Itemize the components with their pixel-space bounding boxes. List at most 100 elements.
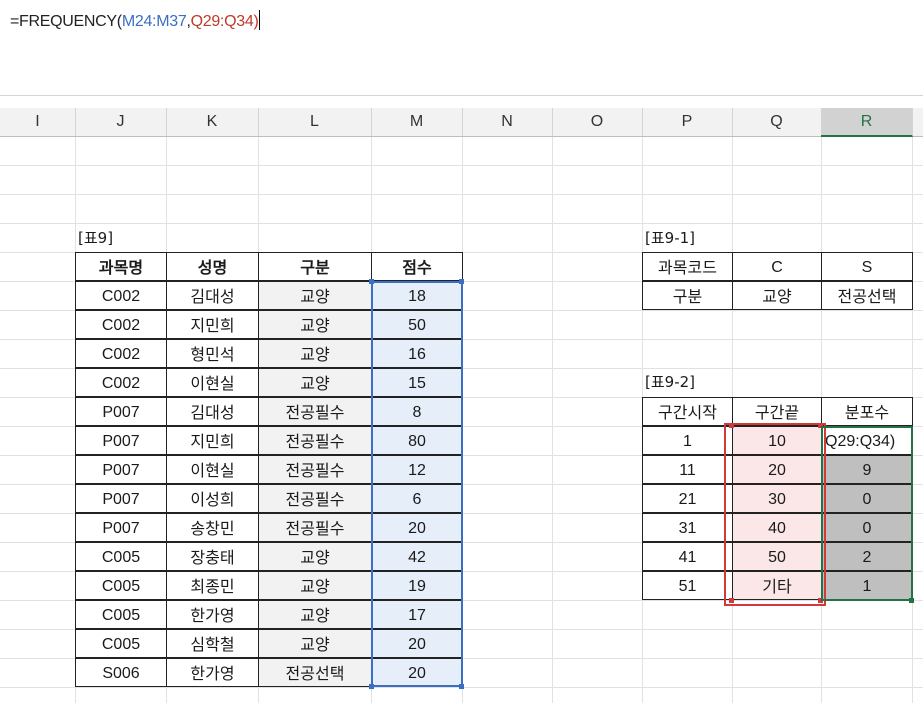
table9-cell-name[interactable]: 형민석 (166, 339, 259, 368)
formula-bar[interactable]: =FREQUENCY(M24:M37,Q29:Q34) (0, 0, 923, 96)
table9-cell-category[interactable]: 교양 (258, 310, 372, 339)
table9-cell-category[interactable]: 교양 (258, 571, 372, 600)
table9-1-label[interactable]: [표9-1] (645, 224, 731, 253)
table9-1-cell[interactable]: 구분 (642, 281, 733, 310)
table9-2-start-cell[interactable]: 11 (642, 455, 733, 484)
column-header-K[interactable]: K (166, 108, 259, 136)
table9-header-name[interactable]: 성명 (166, 252, 259, 281)
table9-2-header-end[interactable]: 구간끝 (732, 397, 822, 426)
table9-2-start-cell[interactable]: 51 (642, 571, 733, 600)
table9-cell-score[interactable]: 19 (371, 571, 463, 600)
range-handle[interactable] (818, 598, 823, 603)
table9-cell-name[interactable]: 한가영 (166, 658, 259, 687)
table9-header-subject[interactable]: 과목명 (75, 252, 167, 281)
table9-cell-category[interactable]: 전공필수 (258, 397, 372, 426)
table9-1-cell[interactable]: 전공선택 (821, 281, 913, 310)
table9-cell-category[interactable]: 교양 (258, 629, 372, 658)
range-handle[interactable] (459, 279, 464, 284)
table9-cell-name[interactable]: 지민희 (166, 426, 259, 455)
column-header-P[interactable]: P (642, 108, 733, 136)
table9-cell-code[interactable]: C002 (75, 310, 167, 339)
table9-1-cell[interactable]: 과목코드 (642, 252, 733, 281)
table9-2-start-cell[interactable]: 31 (642, 513, 733, 542)
table9-cell-code[interactable]: C002 (75, 339, 167, 368)
table9-2-end-cell[interactable]: 30 (732, 484, 822, 513)
table9-cell-score[interactable]: 15 (371, 368, 463, 397)
table9-cell-category[interactable]: 전공필수 (258, 426, 372, 455)
table9-2-count-cell[interactable]: 1 (821, 571, 913, 600)
range-handle[interactable] (369, 684, 374, 689)
table9-cell-category[interactable]: 전공필수 (258, 484, 372, 513)
table9-cell-name[interactable]: 이현실 (166, 368, 259, 397)
column-header-Q[interactable]: Q (732, 108, 822, 136)
table9-2-count-cell-editing[interactable]: Q29:Q34) (821, 426, 913, 455)
table9-2-end-cell[interactable]: 20 (732, 455, 822, 484)
table9-2-count-cell[interactable]: 9 (821, 455, 913, 484)
table9-cell-score[interactable]: 20 (371, 629, 463, 658)
table9-2-start-cell[interactable]: 41 (642, 542, 733, 571)
fill-handle[interactable] (909, 598, 914, 603)
table9-cell-score[interactable]: 80 (371, 426, 463, 455)
formula-text[interactable]: =FREQUENCY(M24:M37,Q29:Q34) (10, 10, 261, 31)
table9-cell-code[interactable]: P007 (75, 513, 167, 542)
table9-cell-code[interactable]: S006 (75, 658, 167, 687)
column-header-S[interactable] (912, 108, 923, 136)
table9-cell-code[interactable]: P007 (75, 397, 167, 426)
table9-1-cell[interactable]: 교양 (732, 281, 822, 310)
table9-2-start-cell[interactable]: 21 (642, 484, 733, 513)
table9-cell-code[interactable]: P007 (75, 426, 167, 455)
table9-cell-code[interactable]: C005 (75, 542, 167, 571)
column-header-J[interactable]: J (75, 108, 167, 136)
table9-cell-code[interactable]: C005 (75, 600, 167, 629)
table9-cell-score[interactable]: 20 (371, 513, 463, 542)
column-header-N[interactable]: N (462, 108, 553, 136)
table9-1-cell[interactable]: C (732, 252, 822, 281)
column-header-M[interactable]: M (371, 108, 463, 136)
table9-cell-score[interactable]: 18 (371, 281, 463, 310)
table9-cell-name[interactable]: 장충태 (166, 542, 259, 571)
table9-cell-name[interactable]: 지민희 (166, 310, 259, 339)
table9-2-count-cell[interactable]: 0 (821, 513, 913, 542)
table9-2-count-cell[interactable]: 0 (821, 484, 913, 513)
table9-cell-category[interactable]: 교양 (258, 542, 372, 571)
table9-cell-name[interactable]: 김대성 (166, 281, 259, 310)
table9-cell-code[interactable]: P007 (75, 455, 167, 484)
table9-2-end-cell[interactable]: 40 (732, 513, 822, 542)
table9-cell-code[interactable]: P007 (75, 484, 167, 513)
column-header-O[interactable]: O (552, 108, 643, 136)
table9-cell-code[interactable]: C005 (75, 629, 167, 658)
range-handle[interactable] (818, 423, 823, 428)
range-handle[interactable] (459, 684, 464, 689)
table9-2-header-count[interactable]: 분포수 (821, 397, 913, 426)
table9-cell-code[interactable]: C002 (75, 368, 167, 397)
table9-2-header-start[interactable]: 구간시작 (642, 397, 733, 426)
table9-cell-code[interactable]: C002 (75, 281, 167, 310)
table9-cell-score[interactable]: 17 (371, 600, 463, 629)
table9-cell-name[interactable]: 심학철 (166, 629, 259, 658)
range-handle[interactable] (729, 423, 734, 428)
table9-1-cell[interactable]: S (821, 252, 913, 281)
column-header-L[interactable]: L (258, 108, 372, 136)
table9-cell-score[interactable]: 8 (371, 397, 463, 426)
table9-2-end-cell[interactable]: 50 (732, 542, 822, 571)
table9-cell-category[interactable]: 전공선택 (258, 658, 372, 687)
table9-label[interactable]: [표9] (78, 224, 166, 253)
column-header-I[interactable]: I (0, 108, 76, 136)
table9-cell-name[interactable]: 송창민 (166, 513, 259, 542)
table9-cell-category[interactable]: 교양 (258, 281, 372, 310)
table9-cell-category[interactable]: 전공필수 (258, 513, 372, 542)
table9-header-category[interactable]: 구분 (258, 252, 372, 281)
column-header-R[interactable]: R (821, 108, 913, 137)
table9-cell-score[interactable]: 16 (371, 339, 463, 368)
table9-cell-score[interactable]: 20 (371, 658, 463, 687)
table9-cell-score[interactable]: 50 (371, 310, 463, 339)
table9-2-count-cell[interactable]: 2 (821, 542, 913, 571)
table9-cell-score[interactable]: 12 (371, 455, 463, 484)
table9-2-end-cell[interactable]: 10 (732, 426, 822, 455)
table9-header-score[interactable]: 점수 (371, 252, 463, 281)
table9-cell-name[interactable]: 한가영 (166, 600, 259, 629)
sheet-grid[interactable]: [표9] 과목명 성명 구분 점수 C002 김대성 교양 18 C002 지민… (0, 137, 923, 703)
table9-cell-name[interactable]: 최종민 (166, 571, 259, 600)
table9-2-end-cell[interactable]: 기타 (732, 571, 822, 600)
table9-cell-code[interactable]: C005 (75, 571, 167, 600)
